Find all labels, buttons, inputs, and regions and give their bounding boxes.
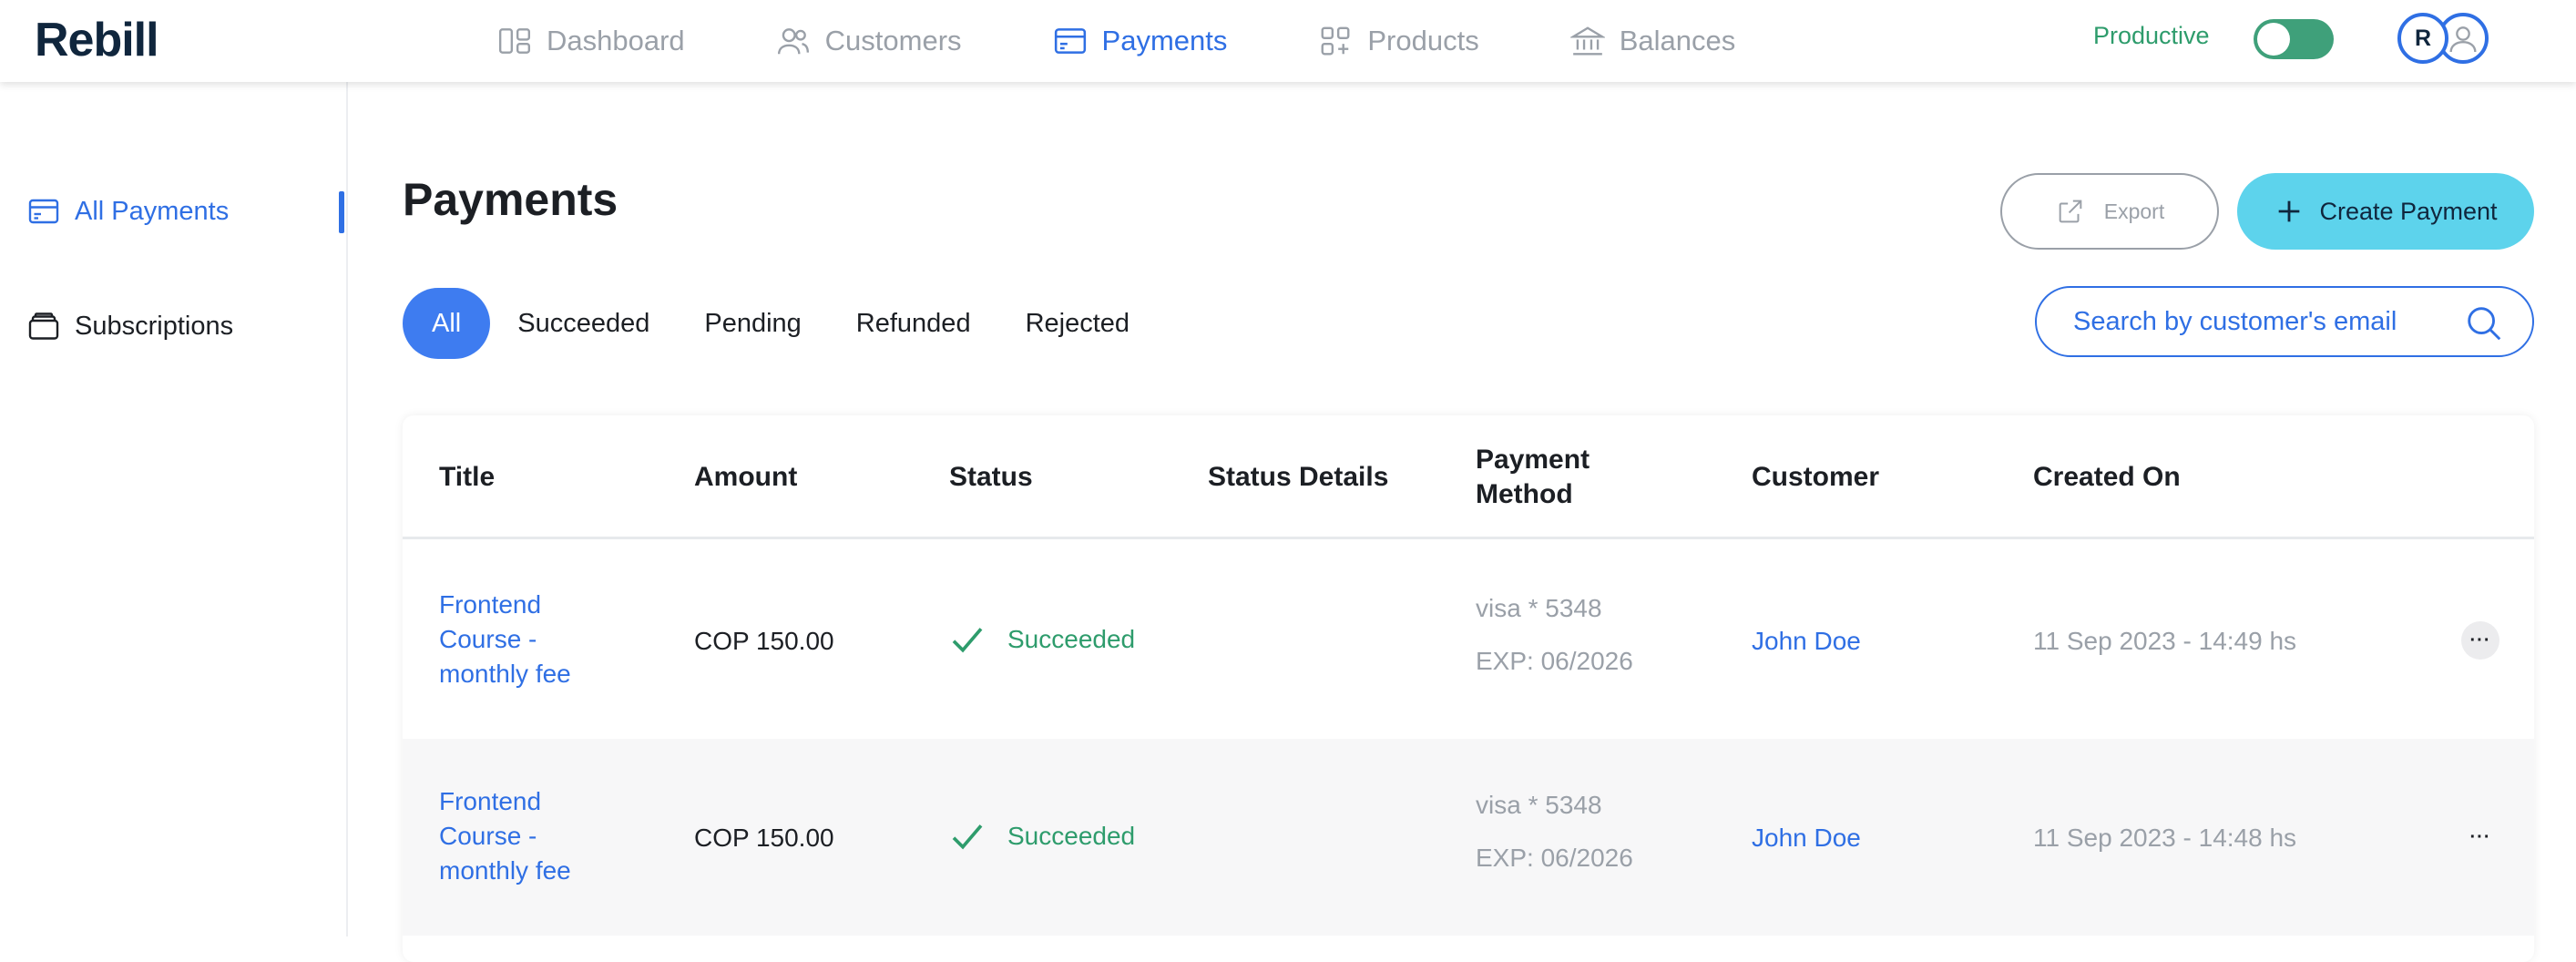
table-row[interactable]: Frontend Course - monthly fee COP 150.00… [403,739,2534,936]
status-filter-tabs: All Succeeded Pending Refunded Rejected [403,288,1157,359]
status-label: Succeeded [1007,822,1136,850]
nav-item-dashboard[interactable]: Dashboard [497,0,685,82]
nav-item-payments[interactable]: Payments [1053,0,1228,82]
column-header-customer: Customer [1752,462,1880,492]
create-payment-label: Create Payment [2319,197,2498,225]
nav-item-label: Customers [824,25,962,56]
bank-icon [1569,26,1605,56]
column-header-created-on: Created On [2033,462,2181,492]
check-icon [952,824,983,850]
nav-item-label: Dashboard [547,25,685,56]
sidebar-item-label: Subscriptions [75,311,234,341]
credit-card-icon [28,199,59,224]
toggle-knob [2257,23,2290,56]
column-header-status: Status [949,462,1033,492]
row-more-options-button[interactable]: ··· [2461,818,2499,856]
users-icon [777,28,809,55]
subscriptions-icon [28,312,59,340]
search-input[interactable] [2073,288,2456,355]
status-label: Succeeded [1007,625,1136,653]
payment-status: Succeeded [949,621,1135,658]
sidebar-active-indicator [339,191,344,233]
sidebar-item-label: All Payments [75,196,230,226]
created-on-date: 11 Sep 2023 - 14:48 hs [2033,824,2297,852]
sidebar: All Payments Subscriptions [0,82,348,936]
account-avatar[interactable]: R [2397,13,2448,64]
nav-item-label: Products [1367,25,1479,56]
table-row[interactable]: Frontend Course - monthly fee COP 150.00… [403,542,2534,739]
column-header-title: Title [439,462,496,492]
environment-label: Productive [2093,22,2210,49]
filter-refunded[interactable]: Refunded [829,288,998,359]
environment-toggle[interactable] [2254,19,2334,59]
payment-status: Succeeded [949,818,1135,855]
created-on-date: 11 Sep 2023 - 14:49 hs [2033,627,2297,655]
plus-icon [2279,200,2300,222]
payment-amount: COP 150.00 [694,824,834,852]
table-header: Title Amount Status Status Details Payme… [403,415,2534,539]
ellipsis-icon: ··· [2469,826,2491,847]
column-header-amount: Amount [694,462,798,492]
products-icon [1321,26,1350,56]
credit-card-icon [1054,28,1086,54]
create-payment-button[interactable]: Create Payment [2237,173,2534,250]
search-icon[interactable] [2463,302,2505,344]
card-expiry: EXP: 06/2026 [1476,844,1633,872]
user-icon [2449,26,2477,53]
app-logo[interactable]: Rebill [35,13,159,67]
payment-amount: COP 150.00 [694,627,834,655]
nav-item-label: Balances [1619,25,1736,56]
dashboard-icon [498,28,531,54]
payment-title-link[interactable]: Frontend Course - monthly fee [439,588,603,691]
payment-title-link[interactable]: Frontend Course - monthly fee [439,784,603,888]
column-header-status-details: Status Details [1208,462,1389,492]
export-icon [2059,200,2082,223]
nav-item-label: Payments [1101,25,1228,56]
top-navigation-bar: Rebill Dashboard Customers Payments Prod… [0,0,2576,82]
payment-method: visa * 5348 EXP: 06/2026 [1476,582,1633,688]
sidebar-item-subscriptions[interactable]: Subscriptions [27,310,233,343]
row-more-options-button[interactable]: ··· [2461,621,2499,660]
filter-pending[interactable]: Pending [677,288,828,359]
customer-link[interactable]: John Doe [1752,824,1861,853]
column-header-payment-method: Payment Method [1476,445,1590,509]
search-box [2035,286,2534,357]
card-expiry: EXP: 06/2026 [1476,647,1633,675]
filter-rejected[interactable]: Rejected [998,288,1157,359]
nav-item-products[interactable]: Products [1318,0,1479,82]
main-nav: Dashboard Customers Payments Products Ba… [497,0,1826,82]
payments-table: Title Amount Status Status Details Payme… [403,415,2534,962]
nav-item-balances[interactable]: Balances [1569,0,1736,82]
filter-all[interactable]: All [403,288,491,359]
export-button[interactable]: Export [2000,173,2219,250]
payment-method: visa * 5348 EXP: 06/2026 [1476,779,1633,885]
ellipsis-icon: ··· [2469,629,2491,650]
export-label: Export [2103,199,2165,223]
sidebar-item-all-payments[interactable]: All Payments [27,195,229,228]
check-icon [952,628,983,653]
nav-item-customers[interactable]: Customers [776,0,962,82]
page-title: Payments [403,174,618,225]
filter-succeeded[interactable]: Succeeded [490,288,677,359]
card-number: visa * 5348 [1476,791,1602,819]
card-number: visa * 5348 [1476,594,1602,622]
customer-link[interactable]: John Doe [1752,627,1861,656]
